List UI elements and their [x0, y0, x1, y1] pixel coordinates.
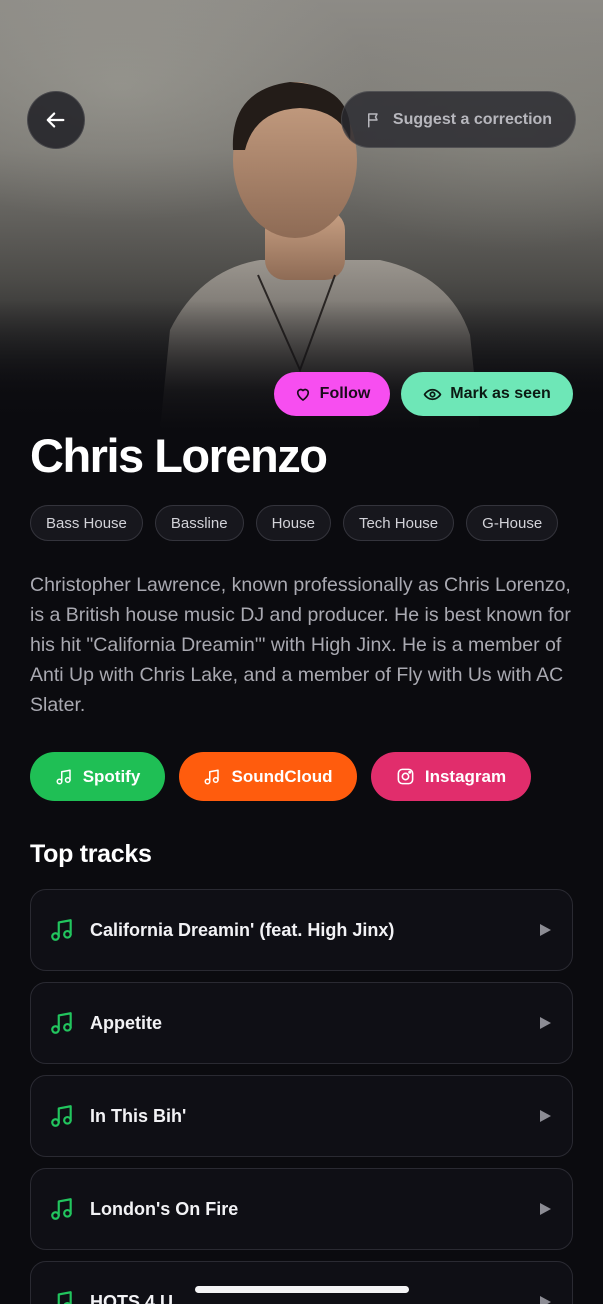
track-title: Appetite: [90, 1012, 162, 1033]
instagram-label: Instagram: [424, 766, 507, 786]
track-row[interactable]: In This Bih': [30, 1075, 573, 1157]
music-note-icon: [56, 769, 71, 784]
track-row[interactable]: London's On Fire: [30, 1168, 573, 1250]
track-title: London's On Fire: [90, 1198, 239, 1219]
music-note-icon: [51, 1012, 72, 1034]
track-title: California Dreamin' (feat. High Jinx): [90, 919, 395, 940]
genre-chip[interactable]: Bass House: [30, 505, 143, 541]
soundcloud-label: SoundCloud: [231, 766, 333, 786]
play-icon[interactable]: [538, 1016, 552, 1030]
play-icon[interactable]: [538, 923, 552, 937]
music-note-icon: [204, 769, 220, 784]
social-links: Spotify SoundCloud Instagram: [30, 752, 531, 801]
track-title: HOTS 4 U: [90, 1291, 174, 1304]
mark-as-seen-button[interactable]: Mark as seen: [401, 372, 573, 416]
play-icon[interactable]: [538, 1202, 552, 1216]
suggest-correction-label: Suggest a correction: [392, 110, 553, 128]
play-icon[interactable]: [538, 1109, 552, 1123]
genre-chip[interactable]: Tech House: [342, 505, 455, 541]
back-button[interactable]: [27, 91, 85, 149]
artist-name: Chris Lorenzo: [30, 429, 328, 482]
eye-icon: [423, 388, 442, 400]
track-title: In This Bih': [90, 1105, 187, 1126]
arrow-left-icon: [46, 112, 65, 128]
top-tracks-title: Top tracks: [30, 840, 152, 868]
artist-bio: Christopher Lawrence, known professional…: [30, 574, 571, 716]
genre-chip[interactable]: G-House: [466, 505, 559, 541]
instagram-link-button[interactable]: Instagram: [371, 752, 531, 801]
home-indicator: [195, 1286, 409, 1293]
spotify-label: Spotify: [82, 766, 141, 786]
track-row[interactable]: California Dreamin' (feat. High Jinx): [30, 889, 573, 971]
artist-hero-image: [0, 0, 603, 430]
track-row[interactable]: HOTS 4 U: [30, 1261, 573, 1304]
soundcloud-link-button[interactable]: SoundCloud: [179, 752, 357, 801]
music-note-icon: [51, 919, 72, 941]
genre-chip[interactable]: Bassline: [154, 505, 244, 541]
play-icon[interactable]: [538, 1295, 552, 1304]
flag-icon: [367, 112, 378, 127]
heart-icon: [296, 388, 309, 401]
music-note-icon: [51, 1198, 72, 1220]
music-note-icon: [51, 1105, 72, 1127]
suggest-correction-button[interactable]: Suggest a correction: [341, 91, 576, 148]
top-tracks-list: California Dreamin' (feat. High Jinx) Ap…: [30, 889, 573, 1304]
mark-as-seen-label: Mark as seen: [450, 385, 551, 402]
spotify-link-button[interactable]: Spotify: [30, 752, 165, 801]
genre-chip[interactable]: House: [255, 505, 331, 541]
follow-button[interactable]: Follow: [274, 372, 390, 416]
follow-label: Follow: [319, 385, 371, 402]
music-note-icon: [57, 1291, 72, 1304]
genre-list: Bass House Bassline House Tech House G-H…: [30, 505, 559, 541]
track-row[interactable]: Appetite: [30, 982, 573, 1064]
instagram-icon: [397, 768, 414, 785]
